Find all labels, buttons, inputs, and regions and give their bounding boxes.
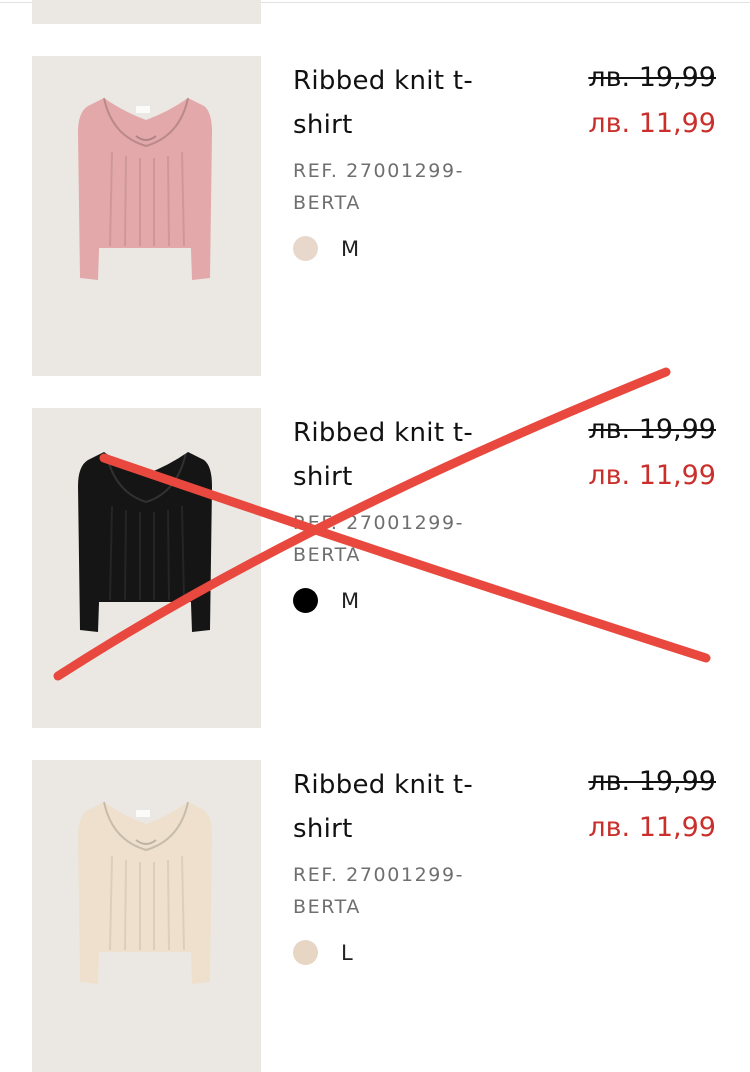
tshirt-image — [78, 801, 212, 984]
sale-price: лв. 11,99 — [588, 460, 716, 491]
original-price: лв. 19,99 — [588, 766, 716, 797]
sale-price: лв. 11,99 — [588, 108, 716, 139]
product-list-page: Ribbed knit t- shirt REF. 27001299- BERT… — [0, 0, 750, 1072]
product-name[interactable]: Ribbed knit t- shirt — [293, 763, 513, 851]
product-card[interactable]: Ribbed knit t- shirt REF. 27001299- BERT… — [0, 408, 750, 728]
product-reference: REF. 27001299- BERTA — [293, 160, 465, 214]
size-label: L — [341, 941, 353, 965]
product-image[interactable] — [32, 408, 261, 728]
tshirt-image — [78, 451, 212, 632]
product-reference: REF. 27001299- BERTA — [293, 512, 465, 566]
product-image[interactable] — [32, 760, 261, 1072]
tshirt-image — [78, 97, 212, 280]
product-name[interactable]: Ribbed knit t- shirt — [293, 411, 513, 499]
product-reference: REF. 27001299- BERTA — [293, 864, 465, 918]
original-price: лв. 19,99 — [588, 62, 716, 93]
color-swatch — [293, 236, 318, 261]
size-label: M — [341, 589, 360, 613]
original-price: лв. 19,99 — [588, 414, 716, 445]
product-card[interactable]: Ribbed knit t- shirt REF. 27001299- BERT… — [0, 56, 750, 376]
product-image[interactable] — [32, 56, 261, 376]
previous-product-image[interactable] — [32, 0, 261, 24]
sale-price: лв. 11,99 — [588, 812, 716, 843]
size-label: M — [341, 237, 360, 261]
color-swatch — [293, 588, 318, 613]
color-swatch — [293, 940, 318, 965]
product-card[interactable]: Ribbed knit t- shirt REF. 27001299- BERT… — [0, 760, 750, 1072]
product-name[interactable]: Ribbed knit t- shirt — [293, 59, 513, 147]
